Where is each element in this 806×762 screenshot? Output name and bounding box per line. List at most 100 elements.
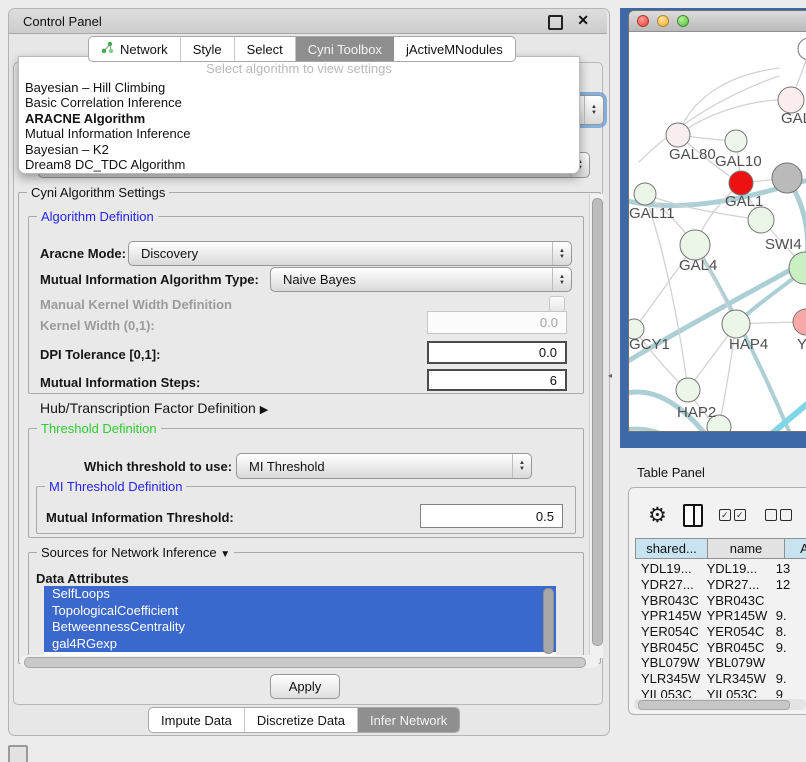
table-row[interactable]: YLR345WYLR345W9. — [635, 671, 806, 687]
network-node[interactable] — [793, 309, 806, 335]
network-node[interactable] — [676, 378, 700, 402]
network-edge[interactable] — [629, 429, 691, 432]
tab-jactivemnodules[interactable]: jActiveMNodules — [394, 37, 515, 61]
deselect-all-icon[interactable] — [765, 509, 795, 521]
attribute-list-item[interactable]: gal4RGexp — [44, 636, 556, 653]
combo-stepper-icon — [552, 242, 571, 265]
network-node-label: GAL10 — [715, 153, 762, 170]
settings-group-title: Cyni Algorithm Settings — [27, 185, 169, 200]
algorithm-option[interactable]: Dream8 DC_TDC Algorithm — [23, 157, 575, 172]
network-node[interactable] — [680, 230, 710, 260]
tab-discretize-data[interactable]: Discretize Data — [245, 708, 358, 732]
network-node-label: GAL11 — [629, 205, 675, 222]
network-node-label: SWI4 — [765, 236, 802, 253]
hub-definition-expander[interactable]: Hub/Transcription Factor Definition ▶ — [40, 400, 268, 416]
table-panel-title: Table Panel — [637, 465, 705, 480]
tab-select[interactable]: Select — [235, 37, 296, 61]
network-node[interactable] — [725, 130, 747, 152]
attribute-list-item[interactable]: TopologicalCoefficient — [44, 603, 556, 620]
attribute-list-item[interactable]: BetweennessCentrality — [44, 619, 556, 636]
table-row[interactable]: YPR145WYPR145W9. — [635, 608, 806, 624]
attribute-list-item[interactable]: SelfLoops — [44, 586, 556, 603]
zoom-window-icon[interactable] — [677, 15, 689, 27]
dpi-tolerance-label: DPI Tolerance [0,1]: — [40, 347, 160, 362]
algorithm-dropdown-popup: Select algorithm to view settings Bayesi… — [18, 56, 580, 174]
minimize-window-icon[interactable] — [657, 15, 669, 27]
table-row[interactable]: YDR27...YDR27...12 — [635, 577, 806, 593]
splitter-handle-icon[interactable]: ◂ — [608, 371, 612, 380]
manual-kernel-checkbox[interactable] — [549, 296, 565, 312]
settings-vertical-scrollbar[interactable] — [589, 194, 603, 658]
control-panel-tab-bar: Network Style Select Cyni Toolbox jActiv… — [88, 36, 516, 62]
network-edge[interactable] — [645, 194, 688, 390]
which-threshold-label: Which threshold to use: — [84, 459, 232, 474]
tab-network[interactable]: Network — [89, 37, 181, 61]
table-row[interactable]: YBR043CYBR043C — [635, 592, 806, 608]
algorithm-option[interactable]: Bayesian – Hill Climbing — [23, 80, 575, 95]
kernel-width-field[interactable]: 0.0 — [427, 311, 567, 334]
mi-type-combobox[interactable]: Naive Bayes — [270, 267, 572, 292]
close-window-icon[interactable] — [637, 15, 649, 27]
close-icon[interactable]: ✕ — [577, 12, 589, 29]
expand-right-icon: ▶ — [260, 404, 268, 416]
list-scrollbar[interactable] — [543, 588, 554, 654]
network-node[interactable] — [748, 207, 774, 233]
settings-horizontal-scrollbar[interactable] — [20, 655, 599, 668]
screen: Control Panel ✕ Network Style Select Cyn… — [0, 0, 806, 762]
algorithm-option[interactable]: Mutual Information Inference — [23, 126, 575, 141]
table-horizontal-scrollbar[interactable] — [634, 699, 806, 710]
table-row[interactable]: YBR045CYBR045C9. — [635, 639, 806, 655]
dpi-tolerance-field[interactable]: 0.0 — [427, 341, 567, 364]
algorithm-options-list: Bayesian – Hill ClimbingBasic Correlatio… — [23, 80, 575, 172]
algorithm-option[interactable]: Bayesian – K2 — [23, 142, 575, 157]
mi-threshold-field[interactable]: 0.5 — [420, 504, 563, 528]
algorithm-option[interactable]: Basic Correlation Inference — [23, 95, 575, 110]
mi-steps-field[interactable]: 6 — [427, 369, 567, 391]
network-node-label: HAP2 — [677, 404, 716, 421]
aracne-mode-label: Aracne Mode: — [40, 246, 126, 261]
aracne-mode-combobox[interactable]: Discovery — [128, 241, 572, 266]
column-header-third[interactable]: A — [785, 538, 806, 559]
tab-infer-network[interactable]: Infer Network — [358, 708, 459, 732]
network-node[interactable] — [798, 38, 806, 60]
table-row[interactable]: YDL19...YDL19...13 — [635, 561, 806, 577]
network-node[interactable] — [722, 310, 750, 338]
network-canvas[interactable]: GALGAL80GAL10GAL1GAL11SWI4GAL4GCY1HAP4YH… — [629, 32, 806, 432]
combo-stepper-icon — [584, 96, 603, 124]
network-node-label: Y — [797, 336, 806, 353]
table-row[interactable]: YIL053CYIL053C9 — [635, 687, 806, 699]
combo-stepper-icon — [552, 268, 571, 291]
tab-cyni-toolbox[interactable]: Cyni Toolbox — [296, 37, 394, 61]
network-node-label: GAL — [781, 110, 806, 127]
network-node[interactable] — [666, 123, 690, 147]
select-all-icon[interactable] — [719, 509, 749, 521]
algorithm-option[interactable]: ARACNE Algorithm — [23, 111, 575, 126]
control-panel-titlebar: Control Panel ✕ — [9, 9, 607, 34]
network-node[interactable] — [729, 171, 753, 195]
tab-impute-data[interactable]: Impute Data — [149, 708, 245, 732]
threshold-combobox[interactable]: MI Threshold — [236, 453, 532, 479]
table-row[interactable]: YBL079WYBL079W — [635, 655, 806, 671]
tab-style[interactable]: Style — [181, 37, 235, 61]
network-node[interactable] — [772, 163, 802, 193]
table-body[interactable]: YDL19...YDL19...13YDR27...YDR27...12YBR0… — [635, 561, 806, 698]
network-node-label: GAL4 — [679, 257, 717, 274]
column-layout-icon[interactable] — [683, 504, 703, 527]
sources-group-title[interactable]: Sources for Network Inference ▼ — [37, 545, 234, 560]
mi-steps-label: Mutual Information Steps: — [40, 375, 200, 390]
apply-button[interactable]: Apply — [270, 674, 340, 699]
bottom-tab-bar: Impute Data Discretize Data Infer Networ… — [148, 707, 460, 733]
dock-panel-icon[interactable] — [8, 745, 28, 762]
mi-threshold-label: Mutual Information Threshold: — [46, 510, 234, 525]
algorithm-definition-title: Algorithm Definition — [37, 209, 158, 224]
combo-stepper-icon — [512, 454, 531, 478]
gear-icon[interactable]: ⚙ — [648, 503, 667, 528]
control-panel-title: Control Panel — [23, 14, 102, 29]
kernel-width-label: Kernel Width (0,1): — [40, 318, 155, 333]
float-window-icon[interactable] — [548, 15, 563, 30]
network-node[interactable] — [634, 183, 656, 205]
column-header-shared-name[interactable]: shared... — [635, 538, 708, 559]
table-row[interactable]: YER054CYER054C8. — [635, 624, 806, 640]
data-attributes-list[interactable]: SelfLoopsTopologicalCoefficientBetweenne… — [44, 586, 556, 656]
column-header-name[interactable]: name — [708, 538, 785, 559]
